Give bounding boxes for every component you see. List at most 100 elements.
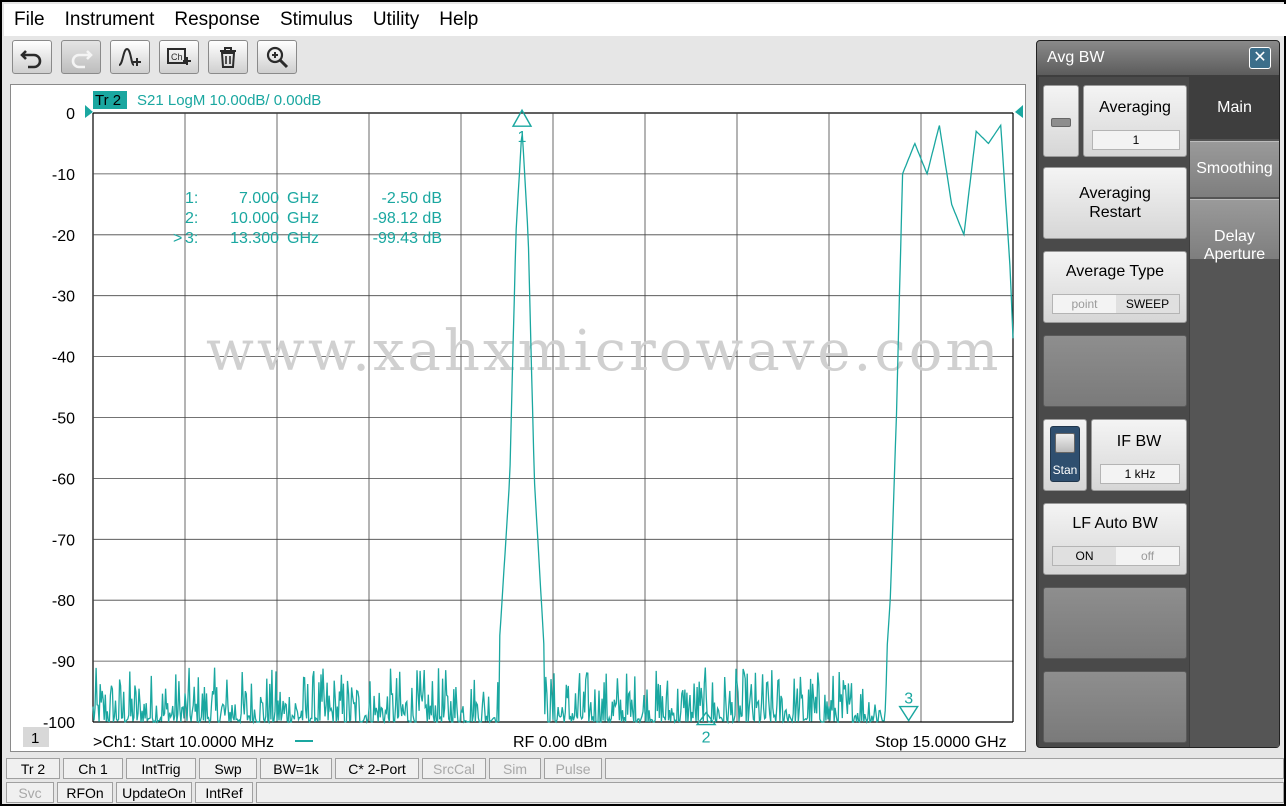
svg-text:Ch: Ch	[171, 52, 183, 62]
redo-icon	[71, 50, 93, 69]
status-bar-secondary: Svc RFOn UpdateOn IntRef	[6, 782, 1284, 804]
lf-auto-bw-selector[interactable]: ON off	[1052, 546, 1180, 566]
menu-stimulus[interactable]: Stimulus	[280, 9, 353, 31]
panel-title: Avg BW	[1047, 49, 1105, 66]
status-pulse[interactable]: Pulse	[544, 758, 602, 779]
add-channel-icon: Ch	[167, 48, 191, 65]
add-channel-button[interactable]: Ch	[159, 40, 199, 74]
stop-frequency[interactable]: Stop 15.0000 GHz	[875, 734, 1007, 751]
empty-softkey-2	[1043, 587, 1187, 659]
marker-triangle[interactable]	[695, 711, 717, 726]
tab-smoothing[interactable]: Smoothing	[1190, 141, 1279, 197]
status-svc[interactable]: Svc	[6, 782, 54, 803]
marker-frequency: 10.000	[230, 210, 279, 227]
tab-main[interactable]: Main	[1190, 77, 1279, 139]
menu-instrument[interactable]: Instrument	[65, 9, 155, 31]
status-sim[interactable]: Sim	[489, 758, 541, 779]
averaging-button[interactable]: Averaging 1	[1083, 85, 1187, 157]
menu-response[interactable]: Response	[174, 9, 260, 31]
average-type-button[interactable]: Average Type point SWEEP	[1043, 251, 1187, 323]
average-type-point[interactable]: point	[1053, 295, 1116, 313]
status-calibration[interactable]: C* 2-Port	[335, 758, 419, 779]
lf-auto-bw-off[interactable]: off	[1116, 547, 1179, 565]
tab-main-label: Main	[1217, 99, 1252, 116]
average-type-selector[interactable]: point SWEEP	[1052, 294, 1180, 314]
panel-controls: Averaging 1 Averaging Restart Average Ty…	[1039, 77, 1189, 747]
panel-tabs: Main Smoothing Delay Aperture	[1190, 77, 1279, 747]
zoom-icon	[266, 46, 289, 69]
if-bw-toggle-label: Stan	[1052, 463, 1078, 477]
marker-number: 2:	[185, 210, 198, 227]
menu-bar: File Instrument Response Stimulus Utilit…	[4, 4, 1286, 36]
status-channel[interactable]: Ch 1	[63, 758, 123, 779]
marker-tag: 2	[702, 730, 711, 747]
y-tick-label: -70	[52, 532, 75, 549]
status-update-on[interactable]: UpdateOn	[116, 782, 192, 803]
trace-id: Tr 2	[95, 92, 121, 109]
if-bw-standard-toggle[interactable]: Stan	[1043, 419, 1087, 491]
y-axis-labels: 0-10-20-30-40-50-60-70-80-90-100	[43, 106, 75, 732]
y-tick-label: -60	[52, 471, 75, 488]
averaging-toggle[interactable]	[1043, 85, 1079, 157]
measurement-display[interactable]: Tr 2 S21 LogM 10.00dB/ 0.00dB 0 -10 -20 -30…	[10, 84, 1026, 752]
rf-power[interactable]: RF 0.00 dBm	[513, 734, 607, 751]
status-empty-2	[256, 782, 1284, 803]
trace-plot[interactable]: Tr 2 S21 LogM 10.00dB/ 0.00dB 0 -10 -20 -30…	[11, 85, 1025, 751]
marker-readout: 1: 7.000 GHz -2.50 dB 2: 10.000 GHz -98.12 dB > 3…	[173, 190, 442, 247]
close-icon: ✕	[1253, 49, 1267, 66]
lf-auto-bw-on[interactable]: ON	[1053, 547, 1116, 565]
zoom-button[interactable]	[257, 40, 297, 74]
average-type-sweep[interactable]: SWEEP	[1116, 295, 1179, 313]
y-tick-label: -20	[52, 228, 75, 245]
tab-smoothing-label: Smoothing	[1196, 160, 1273, 177]
panel-header: Avg BW ✕	[1037, 41, 1279, 75]
redo-button[interactable]	[61, 40, 101, 74]
status-int-ref[interactable]: IntRef	[195, 782, 253, 803]
ref-position-right-icon	[1015, 105, 1023, 118]
avg-bw-panel: Avg BW ✕ Averaging 1 Averaging Restart A…	[1036, 40, 1280, 748]
status-bandwidth[interactable]: BW=1k	[260, 758, 332, 779]
averaging-value[interactable]: 1	[1092, 130, 1180, 150]
close-button[interactable]: ✕	[1249, 47, 1271, 69]
if-bw-value[interactable]: 1 kHz	[1100, 464, 1180, 484]
status-srccal[interactable]: SrcCal	[422, 758, 486, 779]
tab-delay-aperture-label: Delay Aperture	[1203, 228, 1266, 263]
y-tick-label: -50	[52, 411, 75, 428]
lf-auto-bw-button[interactable]: LF Auto BW ON off	[1043, 503, 1187, 575]
plot-grid	[92, 112, 1014, 723]
start-frequency[interactable]: >Ch1: Start 10.0000 MHz	[93, 734, 274, 751]
y-tick-label: 0	[66, 106, 75, 123]
marker-unit: GHz	[287, 210, 319, 227]
marker-frequency: 13.300	[230, 230, 279, 247]
if-bw-button[interactable]: IF BW 1 kHz	[1091, 419, 1187, 491]
delete-button[interactable]	[208, 40, 248, 74]
undo-button[interactable]	[12, 40, 52, 74]
channel-number: 1	[31, 730, 39, 747]
menu-utility[interactable]: Utility	[373, 9, 419, 31]
marker-triangle[interactable]	[898, 705, 919, 722]
averaging-restart-button[interactable]: Averaging Restart	[1043, 167, 1187, 239]
status-rf-on[interactable]: RFOn	[57, 782, 113, 803]
averaging-restart-label: Averaging Restart	[1079, 185, 1151, 221]
marker-glyphs: 1 2 3	[511, 108, 919, 747]
marker-value: -98.12 dB	[373, 210, 442, 227]
empty-softkey-1	[1043, 335, 1187, 407]
empty-softkey-3	[1043, 671, 1187, 743]
y-tick-label: -30	[52, 289, 75, 306]
marker-value: -99.43 dB	[373, 230, 442, 247]
status-trigger[interactable]: IntTrig	[126, 758, 196, 779]
status-trace[interactable]: Tr 2	[6, 758, 60, 779]
menu-file[interactable]: File	[14, 9, 45, 31]
tab-delay-aperture[interactable]: Delay Aperture	[1190, 199, 1279, 263]
vna-window: File Instrument Response Stimulus Utilit…	[0, 0, 1286, 806]
status-sweep[interactable]: Swp	[199, 758, 257, 779]
y-tick-label: -90	[52, 654, 75, 671]
menu-help[interactable]: Help	[439, 9, 478, 31]
trace-format-label[interactable]: S21 LogM 10.00dB/ 0.00dB	[137, 92, 321, 109]
ref-position-left-icon	[85, 105, 93, 118]
marker-value: -2.50 dB	[382, 190, 442, 207]
y-tick-label: -40	[52, 350, 75, 367]
add-trace-button[interactable]	[110, 40, 150, 74]
marker-tag: 3	[904, 691, 913, 708]
toolbar: Ch	[4, 36, 1032, 80]
